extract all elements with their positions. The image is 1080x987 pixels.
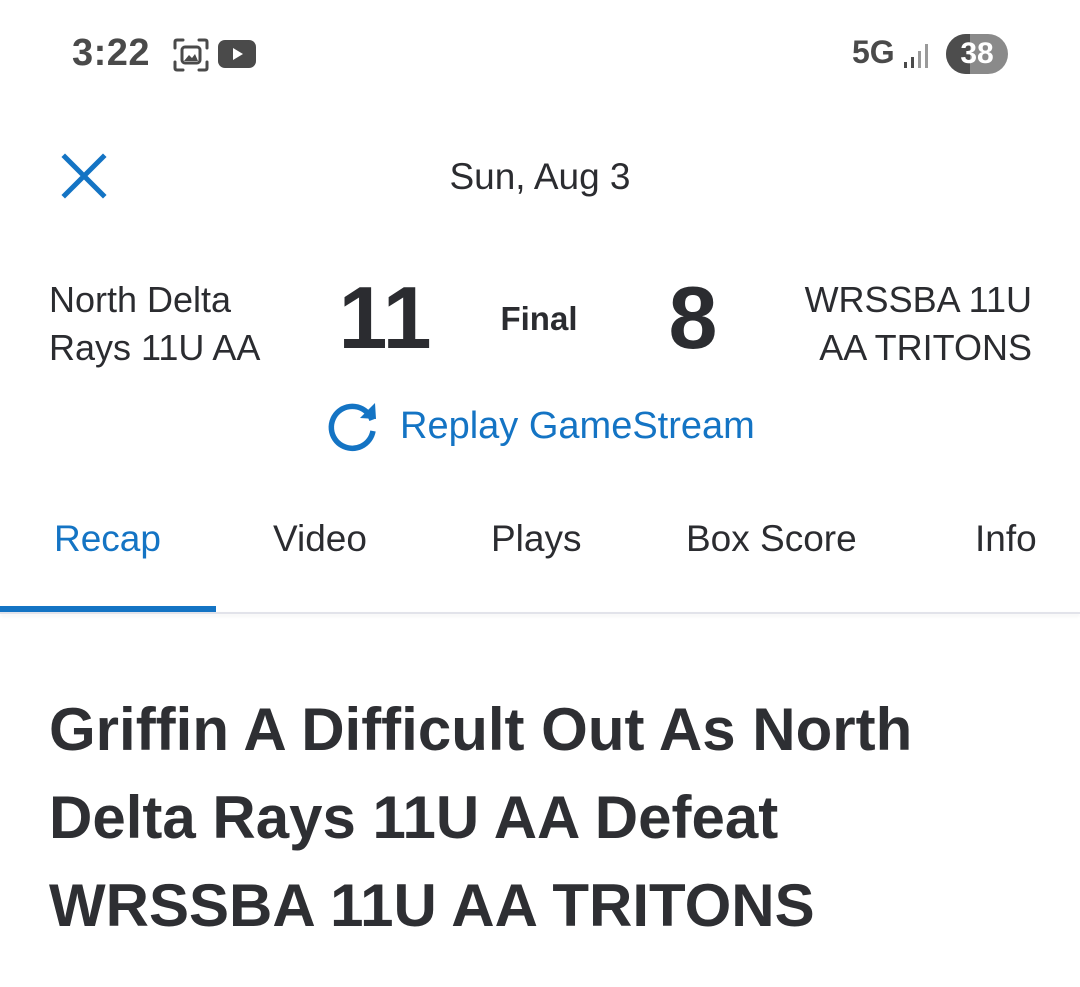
tab-info[interactable]: Info <box>975 518 1037 560</box>
screenshot-icon <box>173 38 209 72</box>
tab-video[interactable]: Video <box>273 518 367 560</box>
game-status: Final <box>500 300 578 337</box>
recap-headline: Griffin A Difficult Out As North Delta R… <box>49 696 913 939</box>
home-team-score: 11 <box>338 268 432 367</box>
signal-icon <box>904 44 928 68</box>
status-bar: 3:22 5G 38 <box>0 0 1080 110</box>
home-team-name[interactable]: North Delta Rays 11U AA <box>49 276 309 372</box>
status-time: 3:22 <box>72 32 151 74</box>
battery-level: 38 <box>960 37 994 70</box>
youtube-icon <box>218 40 256 68</box>
away-team-name[interactable]: WRSSBA 11U AA TRITONS <box>762 276 1032 372</box>
replay-icon <box>328 403 376 452</box>
replay-gamestream-button[interactable]: Replay GameStream <box>320 394 755 458</box>
battery-indicator: 38 <box>946 34 1008 74</box>
away-team-score: 8 <box>668 268 718 367</box>
game-recap-screen: 3:22 5G 38 Sun, Aug 3 North Delta Rays 1… <box>0 0 1080 987</box>
tab-recap[interactable]: Recap <box>54 518 161 560</box>
tab-box-score[interactable]: Box Score <box>686 518 857 560</box>
network-type: 5G <box>852 34 895 70</box>
tab-bar: Recap Video Plays Box Score Info <box>0 500 1080 612</box>
tab-plays[interactable]: Plays <box>491 518 581 560</box>
replay-gamestream-label: Replay GameStream <box>400 404 755 447</box>
game-date: Sun, Aug 3 <box>449 156 631 197</box>
tab-bar-divider <box>0 612 1080 614</box>
